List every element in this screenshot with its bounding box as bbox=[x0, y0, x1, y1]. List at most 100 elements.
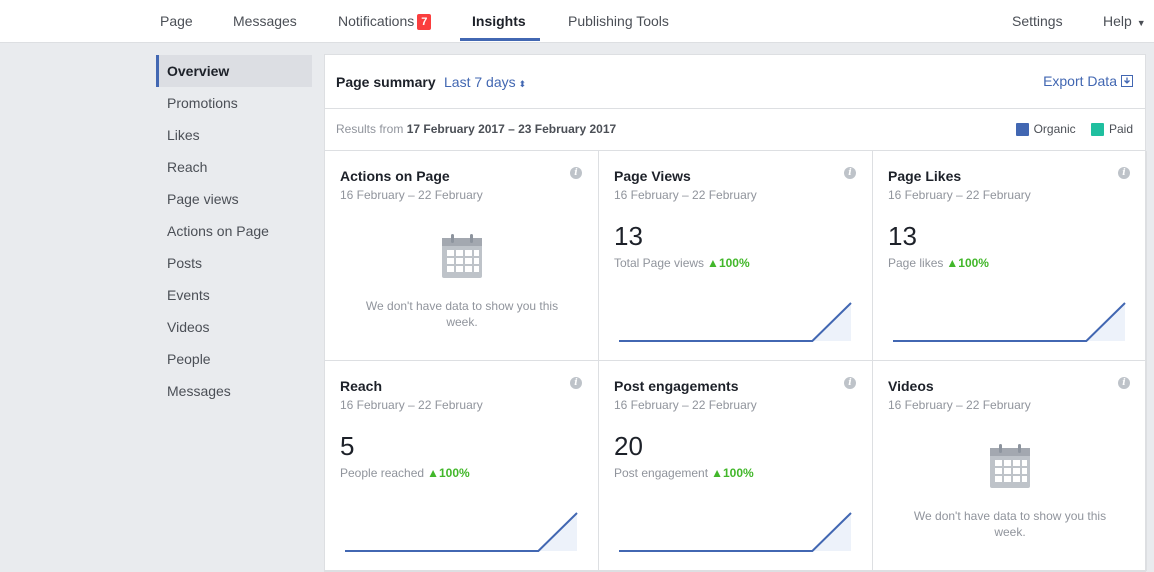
sparkline-area bbox=[619, 303, 851, 341]
calendar-icon bbox=[990, 444, 1030, 488]
calendar-icon bbox=[442, 234, 482, 278]
card-date-range: 16 February – 22 February bbox=[888, 398, 1031, 412]
active-tab-indicator bbox=[460, 38, 540, 41]
card-actions-on-page[interactable]: Actions on Page 16 February – 22 Februar… bbox=[325, 151, 599, 361]
card-title: Reach bbox=[340, 378, 383, 394]
info-icon[interactable]: i bbox=[570, 167, 582, 179]
nav-notifications-label: Notifications bbox=[338, 13, 415, 29]
card-title: Post engagements bbox=[614, 378, 739, 394]
sparkline-line bbox=[619, 512, 852, 552]
legend-swatch-organic bbox=[1015, 123, 1029, 136]
sparkline-area bbox=[345, 513, 577, 551]
sidebar-item-people[interactable]: People bbox=[156, 343, 312, 375]
page-summary-panel: Page summary Last 7 days ⬍ Export Data Re… bbox=[324, 54, 1147, 572]
sidebar-item-actions-on-page[interactable]: Actions on Page bbox=[156, 215, 312, 247]
sidebar-item-likes[interactable]: Likes bbox=[156, 119, 312, 151]
date-range-label: Last 7 days bbox=[444, 74, 516, 90]
empty-state-message: We don't have data to show you this week… bbox=[365, 299, 559, 329]
card-post-engagements[interactable]: Post engagements 16 February – 22 Februa… bbox=[599, 361, 873, 571]
metric-label: Page likes ▲100% bbox=[888, 256, 989, 270]
card-reach[interactable]: Reach 16 February – 22 February i 5 Peop… bbox=[325, 361, 599, 571]
metric-value: 5 bbox=[340, 431, 355, 461]
download-icon bbox=[1121, 75, 1133, 87]
info-icon[interactable]: i bbox=[570, 377, 582, 389]
panel-header: Page summary Last 7 days ⬍ Export Data bbox=[325, 55, 1145, 109]
metric-value: 13 bbox=[888, 221, 917, 251]
sort-updown-icon: ⬍ bbox=[518, 79, 527, 89]
card-page-likes[interactable]: Page Likes 16 February – 22 February i 1… bbox=[873, 151, 1147, 361]
metric-change: ▲100% bbox=[946, 256, 989, 270]
up-arrow-icon: ▲ bbox=[946, 256, 959, 270]
sparkline-chart bbox=[893, 302, 1126, 342]
metric-change-value: 100% bbox=[718, 256, 750, 270]
info-icon[interactable]: i bbox=[844, 377, 856, 389]
sidebar-item-videos[interactable]: Videos bbox=[156, 311, 312, 343]
metric-label-text: People reached bbox=[340, 466, 425, 480]
sparkline-chart bbox=[345, 512, 578, 552]
date-range-selector[interactable]: Last 7 days ⬍ bbox=[444, 74, 526, 90]
sparkline-chart bbox=[619, 302, 852, 342]
sparkline-chart bbox=[619, 512, 852, 552]
insights-sidebar: Overview Promotions Likes Reach Page vie… bbox=[156, 55, 312, 407]
sidebar-item-reach[interactable]: Reach bbox=[156, 151, 312, 183]
metric-change-value: 100% bbox=[958, 256, 989, 270]
empty-state-message: We don't have data to show you this week… bbox=[913, 509, 1107, 539]
sidebar-item-promotions[interactable]: Promotions bbox=[156, 87, 312, 119]
card-videos[interactable]: Videos 16 February – 22 February i We do… bbox=[873, 361, 1147, 571]
sidebar-item-posts[interactable]: Posts bbox=[156, 247, 312, 279]
metric-label-text: Page likes bbox=[888, 256, 944, 270]
nav-insights[interactable]: Insights bbox=[472, 13, 526, 29]
metric-change: ▲100% bbox=[711, 466, 754, 480]
sidebar-item-overview[interactable]: Overview bbox=[156, 55, 312, 87]
sparkline-area bbox=[893, 303, 1125, 341]
card-date-range: 16 February – 22 February bbox=[614, 188, 757, 202]
legend-swatch-paid bbox=[1090, 123, 1104, 136]
metric-value: 20 bbox=[614, 431, 643, 461]
up-arrow-icon: ▲ bbox=[711, 466, 723, 480]
sparkline-area bbox=[619, 513, 851, 551]
legend-label-paid: Paid bbox=[1108, 122, 1133, 136]
top-navigation: Page Messages Notifications 7 Insights Pu… bbox=[0, 0, 1154, 43]
info-icon[interactable]: i bbox=[1118, 167, 1130, 179]
nav-publishing-tools[interactable]: Publishing Tools bbox=[568, 13, 669, 29]
card-date-range: 16 February – 22 February bbox=[614, 398, 757, 412]
results-range-text: Results from 17 February 2017 – 23 Febru… bbox=[336, 122, 616, 136]
sidebar-item-page-views[interactable]: Page views bbox=[156, 183, 312, 215]
export-data-button[interactable]: Export Data bbox=[1043, 73, 1133, 89]
metric-label-text: Total Page views bbox=[614, 256, 705, 270]
nav-page[interactable]: Page bbox=[160, 13, 193, 29]
nav-settings[interactable]: Settings bbox=[1012, 13, 1063, 29]
results-bar: Results from 17 February 2017 – 23 Febru… bbox=[325, 109, 1145, 151]
up-arrow-icon: ▲ bbox=[427, 466, 439, 480]
legend-label-organic: Organic bbox=[1033, 122, 1076, 136]
up-arrow-icon: ▲ bbox=[707, 256, 719, 270]
legend-paid: Paid bbox=[1090, 122, 1133, 136]
export-data-label: Export Data bbox=[1043, 73, 1117, 89]
info-icon[interactable]: i bbox=[1118, 377, 1130, 389]
nav-help-label: Help bbox=[1103, 13, 1132, 29]
notifications-badge: 7 bbox=[417, 14, 432, 30]
metric-label: Total Page views ▲100% bbox=[614, 256, 750, 270]
sparkline-line bbox=[619, 302, 852, 342]
nav-notifications[interactable]: Notifications 7 bbox=[338, 13, 432, 30]
metric-label: Post engagement ▲100% bbox=[614, 466, 754, 480]
metric-label-text: Post engagement bbox=[614, 466, 709, 480]
nav-messages[interactable]: Messages bbox=[233, 13, 297, 29]
metric-change-value: 100% bbox=[722, 466, 754, 480]
chart-legend: Organic Paid bbox=[1004, 122, 1133, 136]
nav-help[interactable]: Help ▼ bbox=[1103, 13, 1146, 29]
caret-down-icon: ▼ bbox=[1136, 18, 1146, 28]
sidebar-item-events[interactable]: Events bbox=[156, 279, 312, 311]
card-page-views[interactable]: Page Views 16 February – 22 February i 1… bbox=[599, 151, 873, 361]
card-title: Page Likes bbox=[888, 168, 962, 184]
results-prefix: Results from bbox=[336, 122, 404, 136]
sparkline-line bbox=[893, 302, 1126, 342]
sparkline-line bbox=[345, 512, 578, 552]
info-icon[interactable]: i bbox=[844, 167, 856, 179]
metric-change-value: 100% bbox=[438, 466, 470, 480]
card-date-range: 16 February – 22 February bbox=[340, 188, 483, 202]
metric-change: ▲100% bbox=[707, 256, 750, 270]
card-title: Actions on Page bbox=[340, 168, 450, 184]
sidebar-item-messages[interactable]: Messages bbox=[156, 375, 312, 407]
results-dates: 17 February 2017 – 23 February 2017 bbox=[406, 122, 617, 136]
